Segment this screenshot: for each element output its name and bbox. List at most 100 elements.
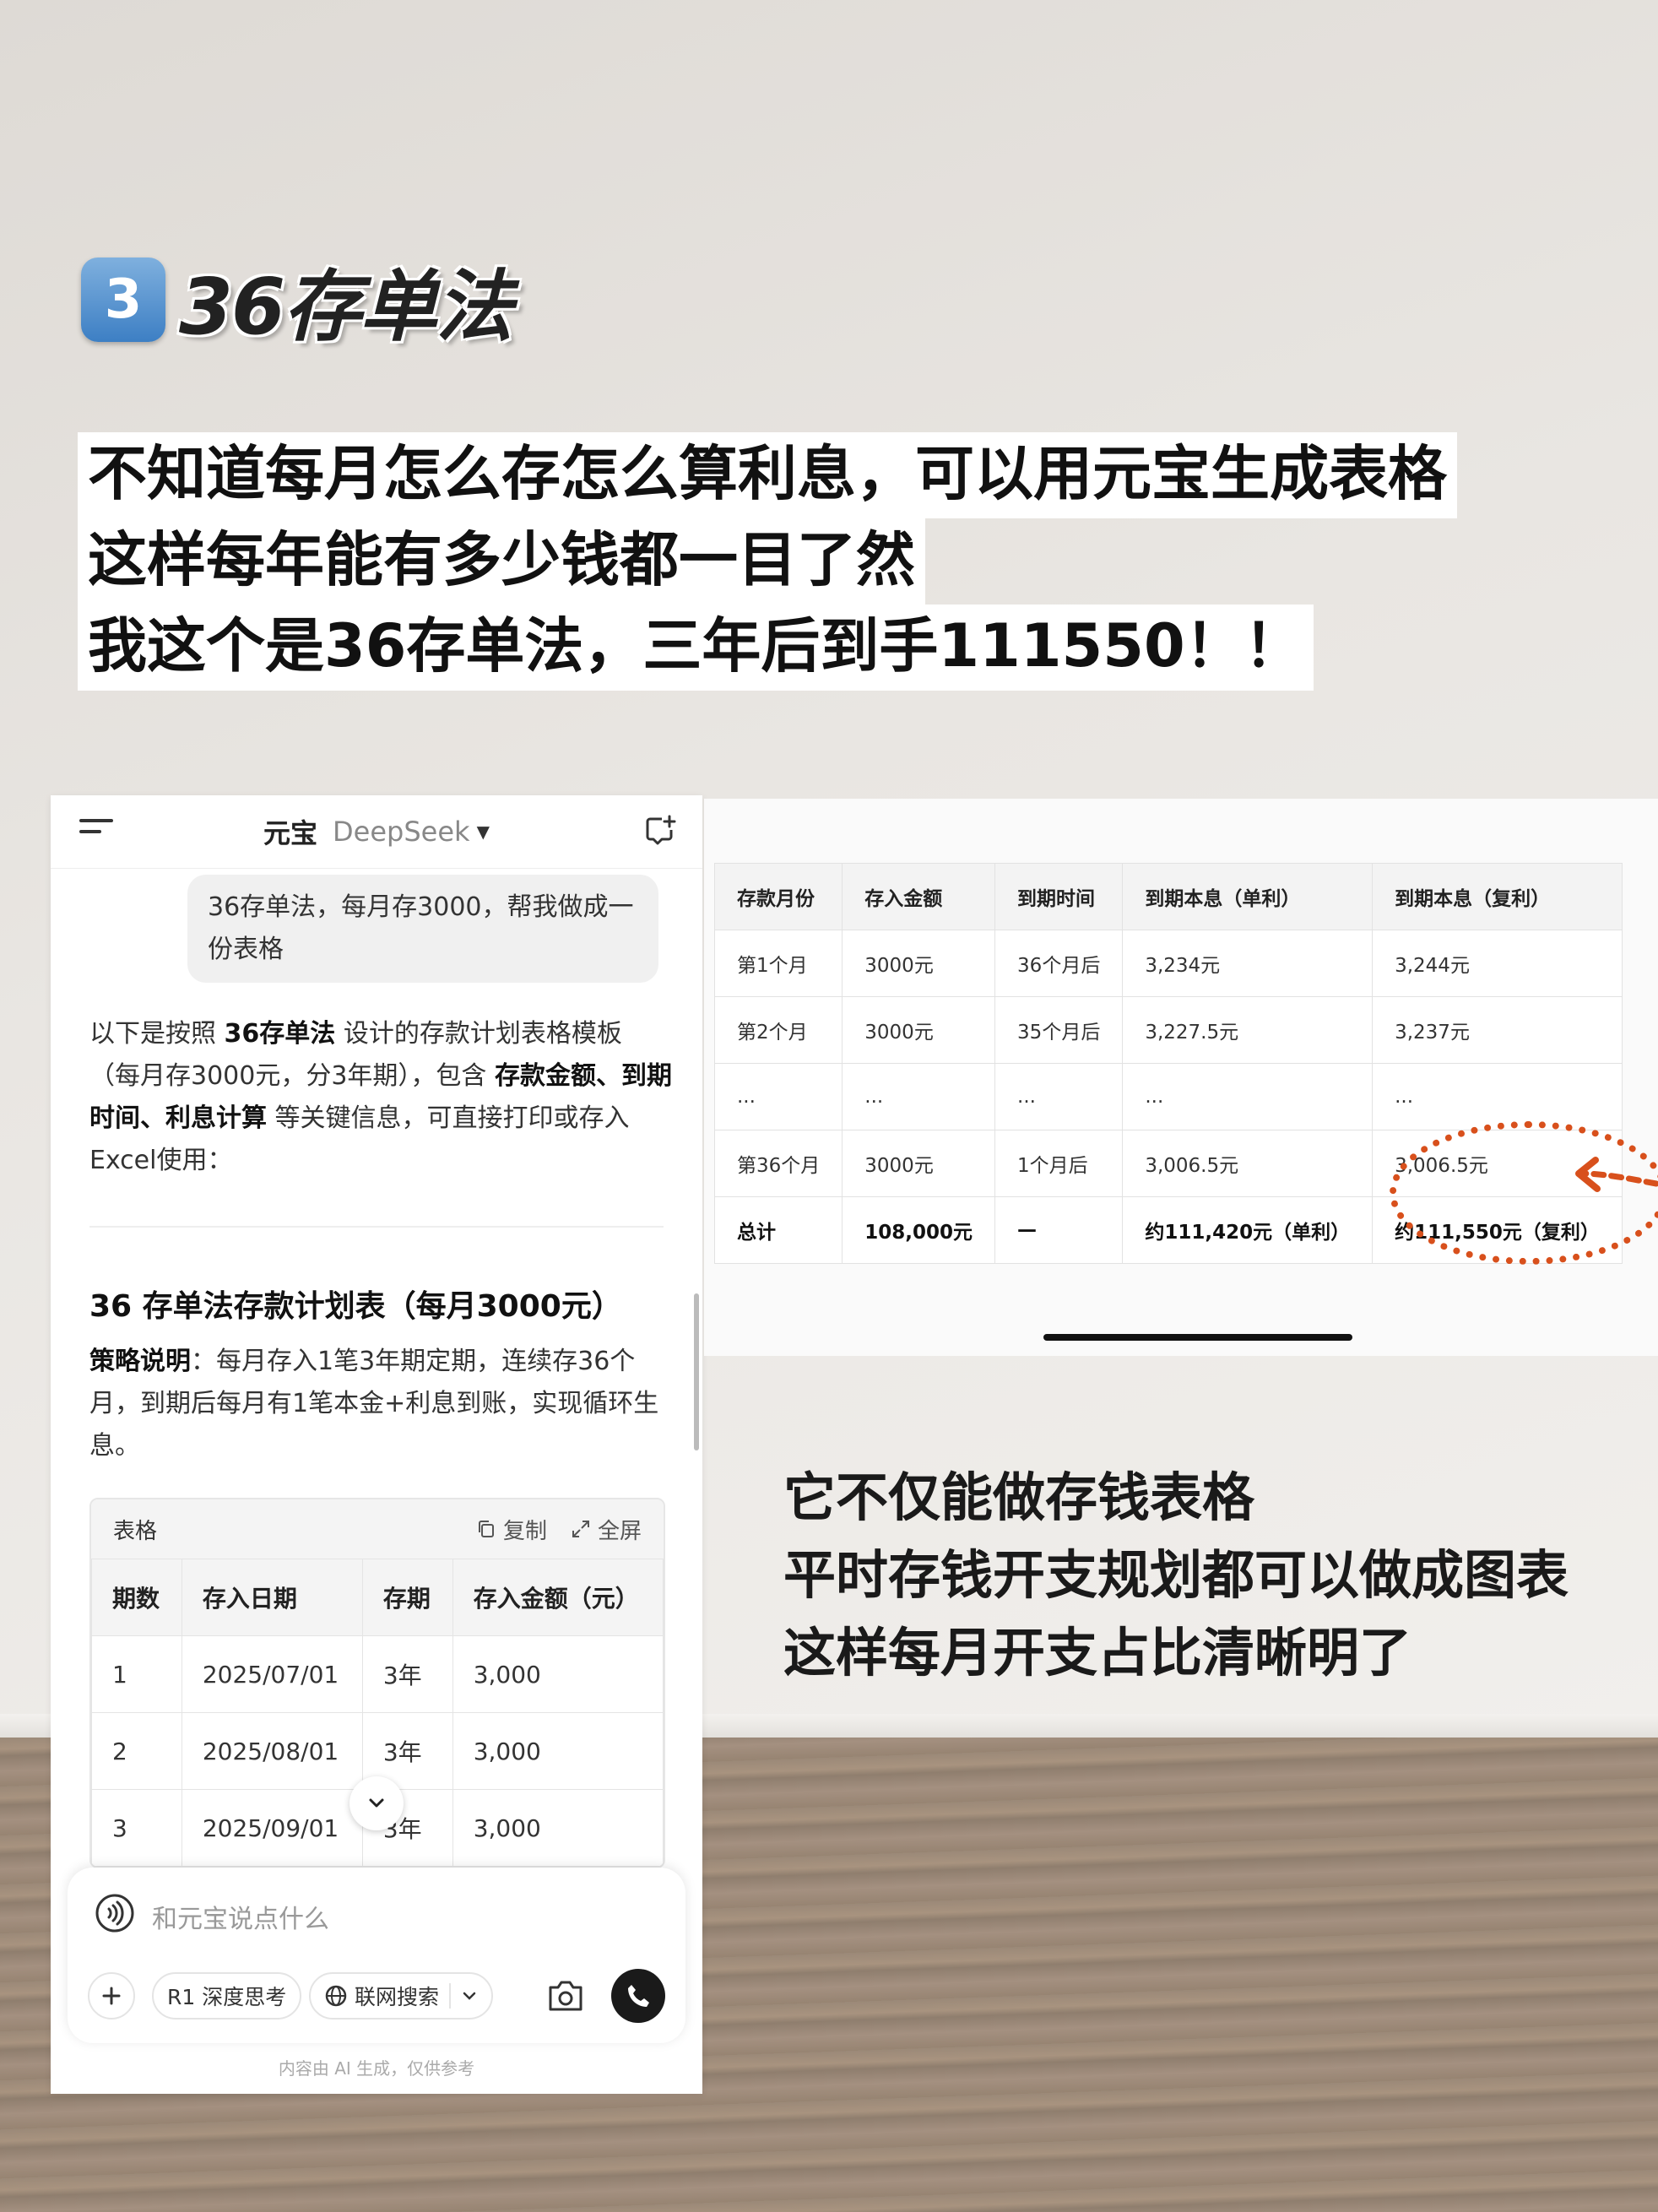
column-header: 到期时间 (994, 863, 1124, 930)
table-cell: 35个月后 (994, 996, 1124, 1064)
table-label: 表格 (113, 1518, 158, 1544)
number-badge: 3 (81, 258, 165, 342)
table-cell: ... (994, 1063, 1124, 1130)
table-row: 第1个月 3000元 36个月后 3,234元 3,244元 (713, 930, 1623, 997)
caption-line: 这样每月开支占比清晰明了 (783, 1622, 1412, 1683)
copy-label: 复制 (502, 1518, 547, 1544)
globe-icon (325, 1985, 347, 2007)
table-cell: 2025/07/01 (181, 1635, 363, 1713)
table-row: ... ... ... ... ... (713, 1063, 1623, 1130)
table-cell: 3,006.5元 (1122, 1130, 1374, 1197)
strategy-text: 策略说明：每月存入1笔3年期定期，连续存36个月，到期后每月有1笔本金+利息到账… (89, 1341, 672, 1467)
table-cell: ... (1122, 1063, 1374, 1130)
table-cell: 3,227.5元 (1122, 996, 1374, 1064)
table-cell: 3,000 (452, 1789, 664, 1867)
chat-screenshot: 元宝 DeepSeek ▼ 36存单法，每月存3000，帮我做成一份表格 以下是… (51, 795, 702, 2094)
column-header: 到期本息（复利） (1372, 863, 1623, 930)
app-name: 元宝 (263, 817, 318, 849)
table-cell: ... (1372, 1063, 1623, 1130)
copy-button[interactable]: 复制 (476, 1514, 547, 1545)
fullscreen-button[interactable]: 全屏 (571, 1514, 642, 1545)
table-cell: 1 (91, 1635, 182, 1713)
intro-line: 这样每年能有多少钱都一目了然 (78, 518, 925, 605)
table-cell: 3000元 (842, 930, 996, 997)
chat-input-box: 和元宝说点什么 R1 深度思考 联网搜索 (68, 1868, 685, 2043)
web-search-label: 联网搜索 (355, 1985, 440, 2009)
table-cell: 3,244元 (1372, 930, 1623, 997)
voice-icon[interactable] (95, 1893, 135, 1933)
table-toolbar: 表格 复制 全屏 (91, 1499, 664, 1559)
table-cell: 3,234元 (1122, 930, 1374, 997)
table-cell: 108,000元 (842, 1196, 996, 1264)
column-header: 存入金额 (842, 863, 996, 930)
table-cell: 第36个月 (713, 1130, 843, 1197)
copy-icon (478, 1521, 494, 1537)
chat-header: 元宝 DeepSeek ▼ (51, 795, 702, 869)
strategy-label: 策略说明 (89, 1347, 191, 1376)
model-selector[interactable]: DeepSeek (333, 816, 470, 848)
table-cell: 总计 (713, 1196, 843, 1264)
deep-think-toggle[interactable]: R1 深度思考 (152, 1972, 302, 2020)
table-row: 第2个月 3000元 35个月后 3,227.5元 3,237元 (713, 996, 1623, 1064)
web-search-toggle[interactable]: 联网搜索 (309, 1972, 494, 2020)
ai-disclaimer: 内容由 AI 生成，仅供参考 (278, 2058, 475, 2079)
caret-down-icon[interactable]: ▼ (477, 821, 490, 842)
column-header: 存款月份 (713, 863, 843, 930)
ai-text: 以下是按照 (89, 1019, 225, 1049)
table-cell: 3000元 (842, 996, 996, 1064)
table-cell: 3,237元 (1372, 996, 1623, 1064)
chevron-down-icon[interactable] (461, 1987, 478, 2004)
table-cell: 第1个月 (713, 930, 843, 997)
table-cell: 3,000 (452, 1712, 664, 1790)
scrollbar[interactable] (694, 1293, 699, 1450)
post-title: 3 36存单法 (81, 253, 513, 352)
table-cell: ... (842, 1063, 996, 1130)
table-cell: — (994, 1196, 1124, 1264)
menu-icon[interactable] (79, 819, 113, 844)
table-cell: 3000元 (842, 1130, 996, 1197)
table-header-row: 期数 存入日期 存期 存入金额（元） (91, 1559, 664, 1636)
title-text: 36存单法 (179, 261, 513, 352)
column-header: 存入日期 (181, 1559, 363, 1636)
caption-text: 它不仅能做存钱表格 平时存钱开支规划都可以做成图表 这样每月开支占比清晰明了 (783, 1459, 1569, 1692)
column-header: 存入金额（元） (452, 1559, 664, 1636)
table-screenshot: 存款月份 存入金额 到期时间 到期本息（单利） 到期本息（复利） 第1个月 30… (704, 799, 1658, 1356)
ai-bold: 36存单法 (224, 1019, 336, 1049)
table-cell: 3 (91, 1789, 182, 1867)
table-cell: 第2个月 (713, 996, 843, 1064)
table-cell: 约111,420元（单利） (1122, 1196, 1374, 1264)
divider (89, 1226, 664, 1228)
caption-line: 它不仅能做存钱表格 (783, 1467, 1255, 1528)
section-title: 36 存单法存款计划表（每月3000元） (89, 1289, 622, 1324)
home-indicator (1043, 1334, 1352, 1341)
voice-call-button[interactable] (611, 1969, 665, 2023)
table-header-row: 存款月份 存入金额 到期时间 到期本息（单利） 到期本息（复利） (713, 863, 1623, 930)
table-cell: 2025/09/01 (181, 1789, 363, 1867)
fullscreen-label: 全屏 (597, 1518, 642, 1544)
expand-icon (572, 1521, 589, 1537)
table-cell: 1个月后 (994, 1130, 1124, 1197)
annotation-arrow-icon (1575, 1157, 1658, 1192)
new-chat-icon[interactable] (643, 814, 677, 848)
camera-icon[interactable] (544, 1974, 588, 2018)
caption-line: 平时存钱开支规划都可以做成图表 (783, 1544, 1569, 1606)
table-cell: 2025/08/01 (181, 1712, 363, 1790)
phone-icon (628, 1985, 649, 2007)
table-row: 1 2025/07/01 3年 3,000 (91, 1635, 664, 1713)
add-button[interactable] (88, 1972, 135, 2020)
column-header: 存期 (361, 1559, 453, 1636)
plus-icon (102, 1987, 121, 2005)
intro-line: 不知道每月怎么存怎么算利息，可以用元宝生成表格 (78, 432, 1457, 518)
deep-think-label: R1 深度思考 (167, 1985, 287, 2009)
scroll-down-button[interactable] (349, 1776, 404, 1830)
chevron-down-icon (369, 1798, 384, 1808)
column-header: 到期本息（单利） (1122, 863, 1374, 930)
message-input[interactable]: 和元宝说点什么 (152, 1898, 329, 1935)
table-cell: ... (713, 1063, 843, 1130)
table-cell: 3年 (361, 1635, 453, 1713)
intro-text: 不知道每月怎么存怎么算利息，可以用元宝生成表格 这样每年能有多少钱都一目了然 我… (78, 432, 1457, 691)
column-header: 期数 (91, 1559, 182, 1636)
table-cell: 3,000 (452, 1635, 664, 1713)
user-message: 36存单法，每月存3000，帮我做成一份表格 (187, 875, 658, 983)
ai-intro: 以下是按照 36存单法 设计的存款计划表格模板（每月存3000元，分3年期），包… (89, 1013, 672, 1182)
